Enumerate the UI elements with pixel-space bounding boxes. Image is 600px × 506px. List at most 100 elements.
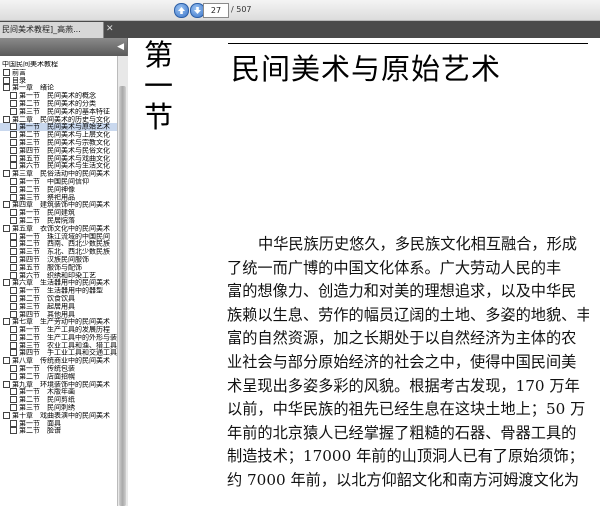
bookmark-item[interactable]: 第三节 祭祀用品: [0, 193, 117, 202]
bookmark-item[interactable]: 第一章 绪论: [0, 84, 117, 92]
bookmark-label: 第五节 服饰与配饰: [19, 263, 82, 272]
bookmark-item[interactable]: 第四节 其他用具: [0, 310, 117, 319]
document-tab[interactable]: 民间美术教程]_高燕...: [0, 22, 104, 38]
bookmark-icon: [3, 76, 10, 84]
bookmark-icon: [3, 318, 10, 326]
bookmark-icon: [10, 248, 17, 256]
bookmark-item[interactable]: 第二节 饮食饮具: [0, 294, 117, 303]
bookmark-item[interactable]: 第三节 民间刺绣: [0, 404, 117, 412]
triangle-left-icon[interactable]: ◀: [117, 42, 124, 52]
bookmark-item[interactable]: 第六节 织绣和印染工艺: [0, 271, 117, 280]
bookmark-label: 第四节 其他用具: [19, 310, 75, 318]
bookmark-item[interactable]: 第二节 脸谱: [0, 427, 117, 435]
bookmark-item[interactable]: 第一节 民间建筑: [0, 209, 117, 217]
bookmark-icon: [3, 84, 10, 92]
bookmark-icon: [10, 365, 17, 373]
bookmark-item[interactable]: 第二节 民间美术与上层文化: [0, 131, 117, 139]
bookmark-item[interactable]: 第三节 民间美术的基本特征: [0, 107, 117, 116]
bookmark-item[interactable]: 第五章 衣饰文化中的民间美术: [0, 224, 117, 233]
body-line: 术呈现出多姿多彩的风貌。根据考古发现，170 万年: [227, 376, 580, 395]
bookmark-item[interactable]: 第四节 手工业工具和交通工具: [0, 349, 117, 357]
toolbar: 27 / 507: [0, 0, 600, 21]
bookmark-icon: [10, 92, 17, 100]
bookmark-item[interactable]: 第二节 民间神像: [0, 185, 117, 194]
bookmark-icon: [10, 326, 17, 334]
bookmark-item[interactable]: 第一节 生产工具的发展历程: [0, 326, 117, 334]
bookmark-icon: [10, 404, 17, 412]
bookmark-item[interactable]: 第二节 西南、西北少数民族: [0, 240, 117, 248]
bookmark-label: 目录: [12, 76, 26, 85]
bookmark-label: 第一节 木版年画: [19, 388, 75, 396]
bookmark-label: 第一节 面具: [19, 419, 61, 428]
bookmark-icon: [3, 279, 10, 287]
bookmark-item[interactable]: 第五节 服饰与配饰: [0, 263, 117, 272]
bookmark-item[interactable]: 第三章 民俗活动中的民间美术: [0, 170, 117, 178]
bookmark-label: 第一节 传统包装: [19, 365, 75, 373]
bookmark-item[interactable]: 目录: [0, 76, 117, 85]
bookmark-item[interactable]: 第二节 民间剪纸: [0, 396, 117, 404]
bookmark-item[interactable]: 第四章 建筑装饰中的民间美术: [0, 201, 117, 209]
bookmark-icon: [3, 224, 10, 232]
bookmark-item[interactable]: 第一节 传统包装: [0, 365, 117, 373]
bookmark-item[interactable]: 第一节 中国民间信仰: [0, 177, 117, 186]
chapter-heading: 第一节: [144, 40, 174, 133]
bookmark-icon: [10, 287, 17, 295]
bookmark-icon: [10, 138, 17, 146]
bookmark-item[interactable]: 第七章 生产劳动中的民间美术: [0, 318, 117, 326]
body-line: 以前，中华民族的祖先已经生息在这块土地上；50 万: [227, 400, 586, 419]
bookmark-icon: [10, 185, 17, 193]
bookmark-item[interactable]: 第三节 起居用具: [0, 302, 117, 311]
bookmark-label: 第二节 生产工具中的外形与装饰: [19, 333, 117, 342]
bookmark-item[interactable]: 第四节 汉族民间服饰: [0, 255, 117, 264]
bookmark-item[interactable]: 第六章 生活器用中的民间美术: [0, 279, 117, 287]
bookmark-item[interactable]: 第八章 传统商业中的民间美术: [0, 357, 117, 365]
bookmark-label: 第一节 珠江流域的中国民间: [19, 232, 110, 241]
bookmark-item[interactable]: 第四节 民间美术与民俗文化: [0, 146, 117, 155]
bookmark-item[interactable]: 第三节 东北、西北少数民族: [0, 248, 117, 256]
bookmark-item[interactable]: 第一节 珠江流域的中国民间: [0, 232, 117, 241]
bookmark-label: 第四节 汉族民间服饰: [19, 255, 89, 264]
bookmark-item[interactable]: 第一节 民间美术与原始艺术: [0, 123, 117, 132]
bookmark-icon: [10, 294, 17, 302]
bookmark-item[interactable]: 第五节 民间美术与戏曲文化: [0, 154, 117, 163]
bookmark-item[interactable]: 第一节 生活器用中的器型: [0, 287, 117, 295]
page-number-input[interactable]: 27: [203, 3, 229, 18]
bookmark-icon: [10, 349, 17, 357]
bookmark-label: 第二章 民间美术的历史与文化: [12, 115, 110, 124]
up-arrow-icon: [178, 7, 185, 14]
bookmark-icon: [10, 427, 17, 435]
bookmark-icon: [10, 177, 17, 185]
bookmark-item[interactable]: 第二节 生产工具中的外形与装饰: [0, 333, 117, 342]
bookmark-label: 第三节 民间美术的基本特征: [19, 107, 110, 116]
bookmark-item[interactable]: 第一节 民间美术的概念: [0, 92, 117, 100]
previous-page-button[interactable]: [174, 3, 189, 18]
bookmark-item[interactable]: 第一节 木版年画: [0, 388, 117, 396]
bookmark-item[interactable]: 第三节 农业工具和渔、猎工具: [0, 341, 117, 350]
bookmark-icon: [10, 193, 17, 201]
bookmark-item[interactable]: 第二节 店面招幌: [0, 372, 117, 381]
bookmark-item[interactable]: 前言: [0, 68, 117, 77]
bookmark-item[interactable]: 第九章 环境装饰中的民间美术: [0, 380, 117, 389]
bookmark-label: 第二节 民间美术的分类: [19, 99, 96, 108]
scrollbar-thumb[interactable]: [119, 86, 126, 506]
bookmark-item[interactable]: 第十章 戏曲表演中的民间美术: [0, 411, 117, 420]
bookmark-label: 第六节 民间美术与生活文化: [19, 162, 110, 170]
bookmark-tree: 中国民间美术教程 前言 目录 第一章 绪论 第一节 民间美术的概念 第二节 民间美术的分类…: [0, 61, 117, 506]
bookmark-label: 第一节 中国民间信仰: [19, 177, 89, 186]
bookmark-item[interactable]: 第一节 面具: [0, 419, 117, 428]
bookmark-item[interactable]: 第二章 民间美术的历史与文化: [0, 115, 117, 124]
bookmark-label: 第六节 织绣和印染工艺: [19, 271, 96, 280]
close-icon[interactable]: ✕: [106, 25, 115, 34]
body-line: 业社会与部分原始经济的社会之中，使得中国民间美: [227, 352, 577, 371]
bookmark-label: 第一章 绪论: [12, 84, 54, 92]
bookmark-item[interactable]: 第六节 民间美术与生活文化: [0, 162, 117, 170]
body-line: 富的自然资源，加之长期处于以自然经济为主体的农: [227, 329, 577, 348]
bookmark-item[interactable]: 第三节 民间美术与宗教文化: [0, 138, 117, 147]
bookmark-item[interactable]: 第二节 民间美术的分类: [0, 99, 117, 108]
bookmark-icon: [10, 372, 17, 380]
sidebar-scrollbar[interactable]: [117, 56, 128, 506]
bookmark-label: 第二节 饮食饮具: [19, 294, 75, 303]
bookmark-item[interactable]: 第二节 民居院落: [0, 216, 117, 225]
bookmark-label: 第四节 民间美术与民俗文化: [19, 146, 110, 155]
bookmark-item[interactable]: 中国民间美术教程: [0, 61, 117, 69]
